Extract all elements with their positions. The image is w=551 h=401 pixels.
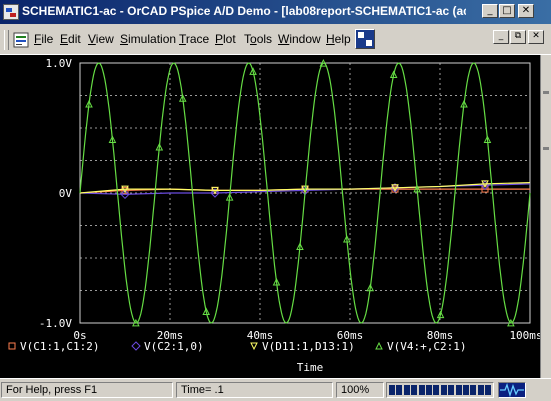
- progress-segment: [418, 385, 425, 395]
- progress-segment: [455, 385, 462, 395]
- progress-segment: [440, 385, 447, 395]
- zoom-status: 100%: [336, 382, 384, 398]
- maximize-button[interactable]: □: [499, 4, 515, 18]
- menu-view[interactable]: View: [88, 32, 114, 46]
- menu-bar: File Edit View Simulation Trace Plot Too…: [0, 24, 551, 55]
- legend-label: V(D11:1,D13:1): [262, 340, 355, 353]
- menu-help[interactable]: Help: [326, 32, 351, 46]
- menu-trace[interactable]: Trace: [179, 32, 209, 46]
- plot-window[interactable]: 0s 20ms 40ms 60ms 80ms 100ms 1.0V 0V -1.0V V(C1:…: [0, 55, 543, 378]
- app-icon[interactable]: [3, 4, 19, 20]
- simulation-progress-bar: [386, 382, 494, 398]
- menu-simulation[interactable]: Simulation: [120, 32, 176, 46]
- help-status: For Help, press F1: [1, 382, 173, 398]
- trace-marker: [250, 342, 258, 351]
- menu-tools[interactable]: Tools: [244, 32, 272, 46]
- progress-segment: [396, 385, 403, 395]
- mdi-system-icon[interactable]: [355, 29, 375, 49]
- legend-label: V(C1:1,C1:2): [20, 340, 99, 353]
- y-tick-label: -1.0V: [39, 317, 72, 330]
- legend-label: V(C2:1,0): [144, 340, 204, 353]
- progress-segment: [411, 385, 418, 395]
- legend-label: V(V4:+,C2:1): [387, 340, 466, 353]
- plot-traces: [79, 58, 531, 327]
- mdi-restore-button[interactable]: ⧉: [510, 30, 526, 44]
- progress-segment: [389, 385, 395, 395]
- x-axis-label: Time: [297, 361, 324, 374]
- menu-plot[interactable]: Plot: [215, 32, 236, 46]
- toolbar-grip[interactable]: [4, 30, 9, 50]
- progress-segment: [433, 385, 440, 395]
- progress-segment: [477, 385, 484, 395]
- title-bar: SCHEMATIC1-ac - OrCAD PSpice A/D Demo - …: [0, 0, 551, 24]
- x-tick-label: 100ms: [509, 329, 540, 342]
- y-tick-label: 1.0V: [46, 57, 73, 70]
- menu-file[interactable]: File: [34, 32, 53, 46]
- mdi-close-button[interactable]: ✕: [528, 30, 544, 44]
- trace-marker: [131, 341, 141, 351]
- progress-segment: [403, 385, 410, 395]
- window-title: SCHEMATIC1-ac - OrCAD PSpice A/D Demo - …: [22, 4, 466, 18]
- time-status: Time= .1: [176, 382, 333, 398]
- legend: V(C1:1,C1:2) V(C2:1,0) V(D11:1,D13:1) V(V4:…: [8, 340, 466, 353]
- waveform-icon: [498, 382, 526, 398]
- progress-segment: [470, 385, 477, 395]
- trace-marker: [8, 342, 16, 350]
- document-icon[interactable]: [13, 32, 29, 48]
- menu-edit[interactable]: Edit: [60, 32, 81, 46]
- progress-segment: [463, 385, 469, 395]
- waveform-chart[interactable]: 0s 20ms 40ms 60ms 80ms 100ms1.0V0V-1.0V V(C1:…: [0, 55, 543, 378]
- progress-segment: [485, 385, 492, 395]
- close-button[interactable]: ✕: [518, 4, 534, 18]
- trace-3: [79, 62, 531, 324]
- mdi-minimize-button[interactable]: _: [493, 30, 509, 44]
- progress-segment: [426, 385, 432, 395]
- trace-marker: [375, 341, 383, 350]
- vertical-scrollbar[interactable]: [540, 55, 551, 378]
- menu-window[interactable]: Window: [278, 32, 321, 46]
- minimize-button[interactable]: _: [482, 4, 498, 18]
- y-tick-label: 0V: [59, 187, 73, 200]
- status-bar: For Help, press F1 Time= .1 100%: [0, 378, 551, 401]
- progress-segment: [448, 385, 455, 395]
